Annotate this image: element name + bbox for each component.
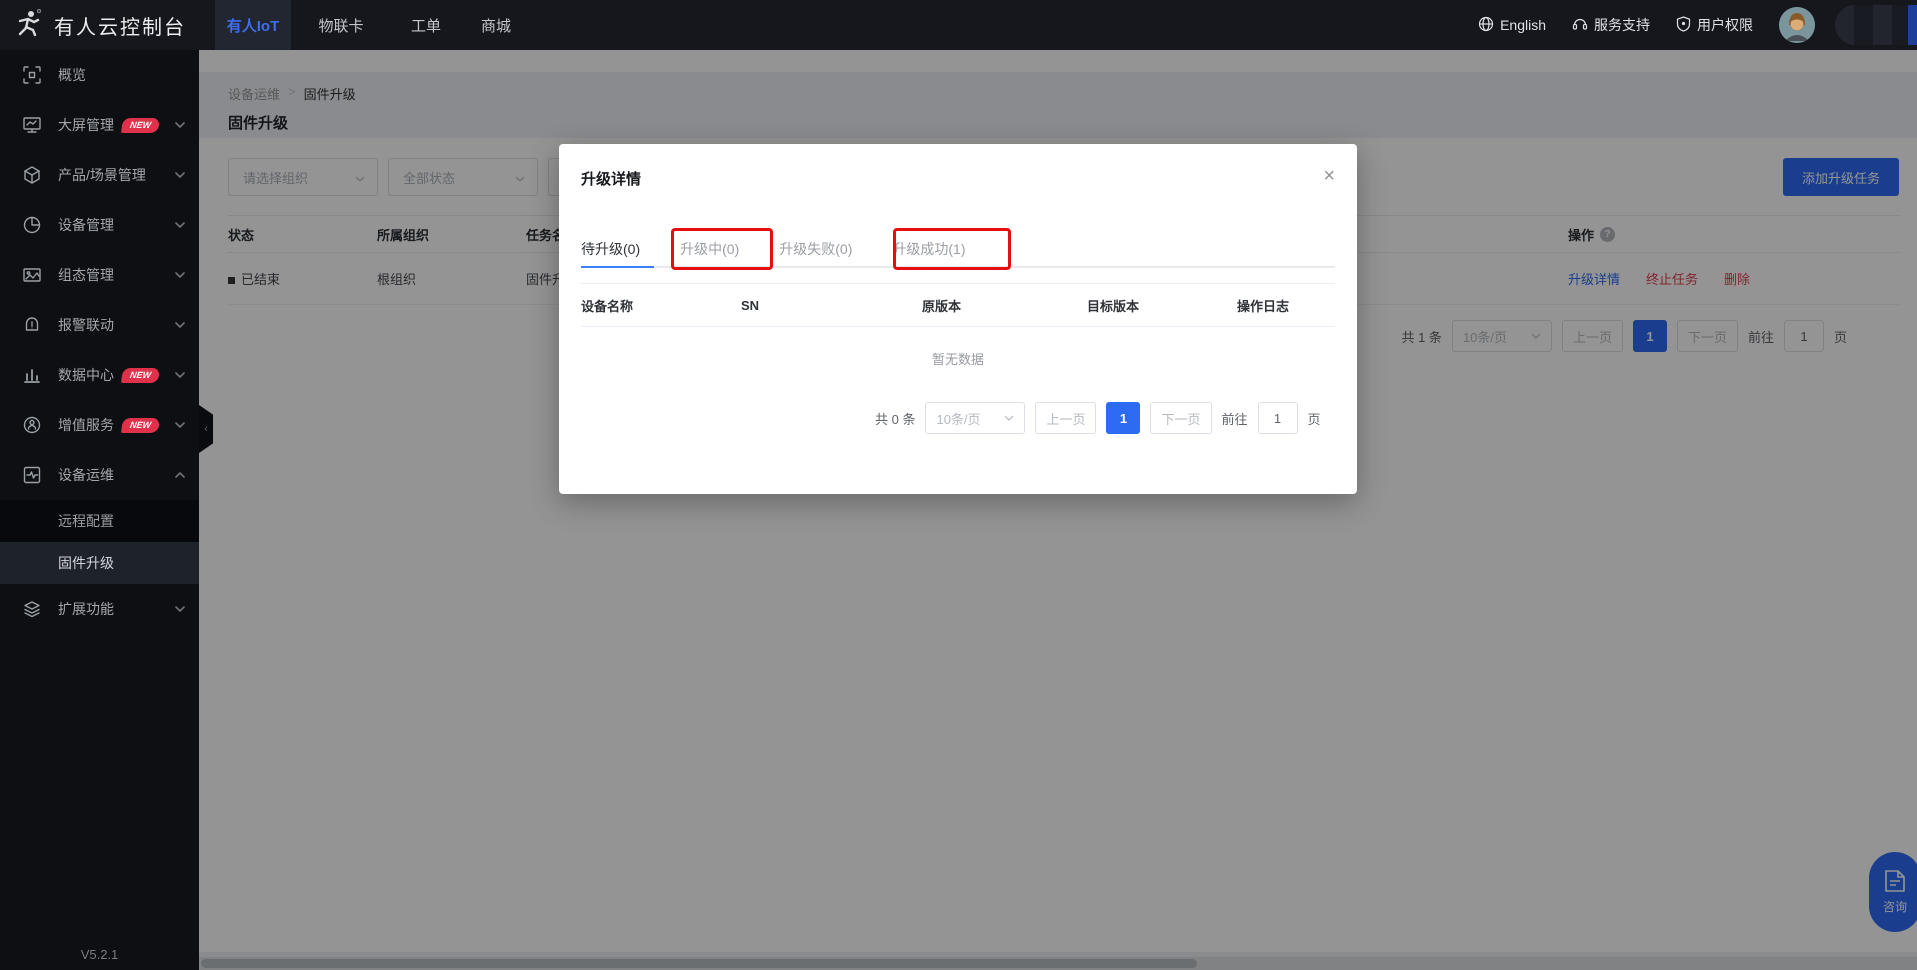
sidebar-item-label: 组态管理 bbox=[58, 265, 114, 285]
chevron-down-icon bbox=[1004, 415, 1014, 421]
new-badge: NEW bbox=[121, 368, 160, 383]
nav-tab-wulianka[interactable]: 物联卡 bbox=[291, 0, 391, 50]
sidebar-subitem-firmware-upgrade[interactable]: 固件升级 bbox=[0, 542, 199, 584]
next-page-button[interactable]: 下一页 bbox=[1150, 402, 1211, 434]
user-permissions[interactable]: 用户权限 bbox=[1676, 15, 1753, 35]
col-device-name: 设备名称 bbox=[581, 296, 741, 315]
topbar: 有人云控制台 有人IoT 物联卡 工单 商城 English 服务支持 bbox=[0, 0, 1917, 50]
sidebar-item-device-ops[interactable]: 设备运维 bbox=[0, 450, 199, 500]
close-icon[interactable]: × bbox=[1323, 166, 1335, 186]
sidebar: 概览 大屏管理 NEW 产品/场景管理 设备管理 组态管理 报警联动 bbox=[0, 50, 199, 970]
tab-success[interactable]: 升级成功(1) bbox=[892, 232, 965, 266]
sidebar-item-overview[interactable]: 概览 bbox=[0, 50, 199, 100]
pulse-icon bbox=[22, 465, 42, 485]
headset-icon bbox=[1572, 16, 1588, 35]
goto-page-input[interactable] bbox=[1258, 402, 1298, 434]
image-icon bbox=[22, 265, 42, 285]
sidebar-item-label: 扩展功能 bbox=[58, 599, 114, 619]
sidebar-item-scada[interactable]: 组态管理 bbox=[0, 250, 199, 300]
modal-table-header: 设备名称 SN 原版本 目标版本 操作日志 bbox=[581, 283, 1335, 327]
sidebar-item-label: 设备运维 bbox=[58, 465, 114, 485]
topbar-right: English 服务支持 用户权限 bbox=[1478, 5, 1917, 45]
chevron-down-icon bbox=[175, 272, 185, 278]
sidebar-item-label: 数据中心 bbox=[58, 365, 114, 385]
sidebar-item-data-center[interactable]: 数据中心 NEW bbox=[0, 350, 199, 400]
sidebar-subitem-remote-config[interactable]: 远程配置 bbox=[0, 500, 199, 542]
edge-widget[interactable] bbox=[1908, 5, 1917, 45]
goto-label: 前往 bbox=[1222, 409, 1248, 428]
avatar[interactable] bbox=[1779, 7, 1815, 43]
page-size-select[interactable]: 10条/页 bbox=[925, 402, 1025, 434]
modal-pagination: 共 0 条 10条/页 上一页 1 下一页 前往 页 bbox=[875, 402, 1321, 434]
modal-tabs: 待升级(0) 升级中(0) 升级失败(0) 升级成功(1) bbox=[581, 232, 1335, 268]
sidebar-item-screen-mgmt[interactable]: 大屏管理 NEW bbox=[0, 100, 199, 150]
nav-tab-youren-iot[interactable]: 有人IoT bbox=[215, 0, 291, 50]
app-version: V5.2.1 bbox=[0, 947, 199, 962]
service-circle-icon bbox=[22, 415, 42, 435]
sidebar-item-device-mgmt[interactable]: 设备管理 bbox=[0, 200, 199, 250]
logo[interactable]: 有人云控制台 bbox=[0, 8, 199, 43]
chevron-down-icon bbox=[175, 322, 185, 328]
permissions-label: 用户权限 bbox=[1697, 15, 1753, 35]
tab-upgrading[interactable]: 升级中(0) bbox=[680, 232, 739, 266]
empty-state-text: 暂无数据 bbox=[559, 349, 1357, 368]
sidebar-item-product-scene[interactable]: 产品/场景管理 bbox=[0, 150, 199, 200]
tab-failed[interactable]: 升级失败(0) bbox=[779, 232, 852, 266]
col-target-version: 目标版本 bbox=[1087, 296, 1237, 315]
page-unit-label: 页 bbox=[1308, 409, 1321, 428]
chevron-down-icon bbox=[175, 422, 185, 428]
modal-title: 升级详情 bbox=[581, 168, 641, 189]
shield-icon bbox=[1676, 16, 1691, 35]
layers-icon bbox=[22, 599, 42, 619]
sidebar-item-extensions[interactable]: 扩展功能 bbox=[0, 584, 199, 634]
tab-pending[interactable]: 待升级(0) bbox=[581, 232, 640, 266]
pie-icon bbox=[22, 215, 42, 235]
language-label: English bbox=[1500, 17, 1546, 33]
sidebar-item-value-added[interactable]: 增值服务 NEW bbox=[0, 400, 199, 450]
app-title: 有人云控制台 bbox=[54, 11, 186, 40]
col-operation-log: 操作日志 bbox=[1237, 296, 1335, 315]
support-label: 服务支持 bbox=[1594, 15, 1650, 35]
overview-icon bbox=[22, 65, 42, 85]
logo-icon bbox=[14, 8, 44, 43]
sidebar-item-label: 报警联动 bbox=[58, 315, 114, 335]
chevron-up-icon bbox=[175, 472, 185, 478]
col-sn: SN bbox=[741, 298, 922, 313]
chevron-down-icon bbox=[175, 122, 185, 128]
pagination-total: 共 0 条 bbox=[875, 409, 915, 428]
chevron-down-icon bbox=[175, 222, 185, 228]
chevron-down-icon bbox=[175, 372, 185, 378]
chevron-down-icon bbox=[175, 172, 185, 178]
sidebar-item-label: 设备管理 bbox=[58, 215, 114, 235]
sidebar-item-label: 概览 bbox=[58, 65, 86, 85]
service-support[interactable]: 服务支持 bbox=[1572, 15, 1650, 35]
sidebar-item-label: 增值服务 bbox=[58, 415, 114, 435]
upgrade-detail-modal: 升级详情 × 待升级(0) 升级中(0) 升级失败(0) 升级成功(1) 设备名… bbox=[559, 144, 1357, 494]
chevron-down-icon bbox=[175, 606, 185, 612]
device-ops-submenu: 远程配置 固件升级 bbox=[0, 500, 199, 584]
prev-page-button[interactable]: 上一页 bbox=[1035, 402, 1096, 434]
sidebar-item-label: 产品/场景管理 bbox=[58, 165, 146, 185]
new-badge: NEW bbox=[121, 118, 160, 133]
col-old-version: 原版本 bbox=[922, 296, 1087, 315]
bar-chart-icon bbox=[22, 365, 42, 385]
nav-tab-shangcheng[interactable]: 商城 bbox=[461, 0, 531, 50]
alarm-icon bbox=[22, 315, 42, 335]
redacted-username[interactable] bbox=[1835, 5, 1911, 45]
nav-tab-gongdan[interactable]: 工单 bbox=[391, 0, 461, 50]
top-nav: 有人IoT 物联卡 工单 商城 bbox=[215, 0, 531, 50]
screen-icon bbox=[22, 115, 42, 135]
globe-icon bbox=[1478, 16, 1494, 35]
language-switch[interactable]: English bbox=[1478, 16, 1546, 35]
new-badge: NEW bbox=[121, 418, 160, 433]
cube-icon bbox=[22, 165, 42, 185]
sidebar-item-label: 大屏管理 bbox=[58, 115, 114, 135]
current-page-button[interactable]: 1 bbox=[1106, 402, 1140, 434]
sidebar-item-alarm[interactable]: 报警联动 bbox=[0, 300, 199, 350]
